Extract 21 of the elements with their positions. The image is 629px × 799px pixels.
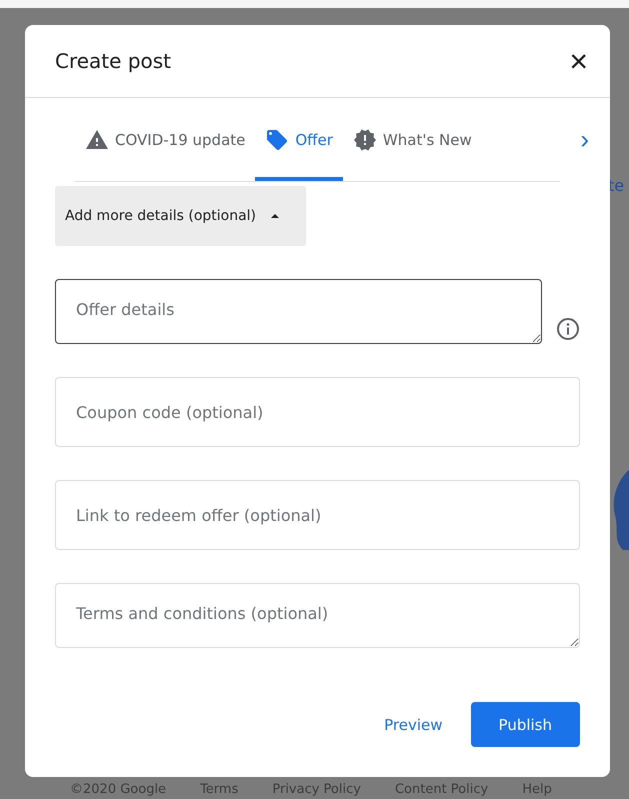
tab[interactable]: COVID-19 update: [75, 98, 256, 181]
close-button[interactable]: ×: [563, 45, 594, 77]
tab[interactable]: What's New: [342, 98, 482, 181]
preview-button[interactable]: Preview: [374, 706, 453, 744]
tab[interactable]: Offer: [255, 98, 343, 181]
next-tab-button[interactable]: ›: [574, 98, 595, 181]
input-field[interactable]: Coupon code (optional): [55, 377, 580, 447]
footer-link[interactable]: Content Policy: [394, 782, 488, 797]
info-icon[interactable]: [556, 317, 580, 341]
footer-link[interactable]: ©2020 Google: [70, 782, 166, 797]
warning-icon: [85, 128, 109, 152]
publish-button[interactable]: Publish: [470, 702, 580, 747]
footer-link[interactable]: Privacy Policy: [272, 782, 361, 797]
text-area[interactable]: Offer details: [55, 279, 542, 344]
footer-link[interactable]: Terms: [200, 782, 238, 797]
details-toggle-button[interactable]: Add more details (optional): [55, 186, 306, 246]
tag-icon: [265, 128, 290, 152]
footer-link[interactable]: Help: [522, 782, 552, 797]
dialog-title: Create post: [55, 49, 172, 73]
input-field[interactable]: Link to redeem offer (optional): [55, 480, 580, 550]
alert-badge-icon: [352, 128, 377, 152]
